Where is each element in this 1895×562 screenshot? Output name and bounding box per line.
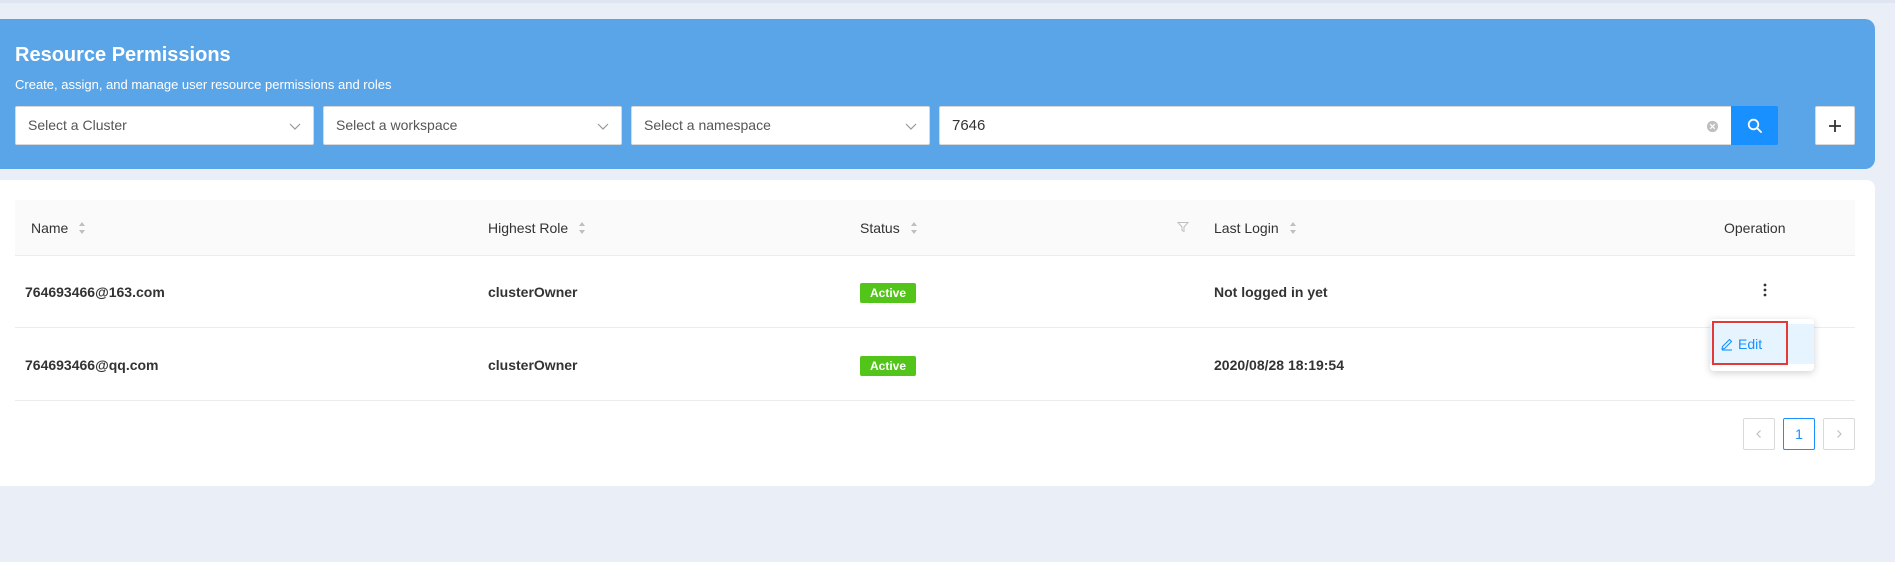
pagination-page-1[interactable]: 1 bbox=[1783, 418, 1815, 450]
row-last-login: Not logged in yet bbox=[1214, 284, 1328, 300]
column-header-role-label: Highest Role bbox=[488, 220, 569, 236]
more-actions-button[interactable] bbox=[1755, 278, 1775, 302]
edit-menu-item-label: Edit bbox=[1738, 336, 1763, 352]
table-row: 764693466@163.com clusterOwner Active No… bbox=[15, 256, 1855, 328]
row-role: clusterOwner bbox=[488, 284, 578, 300]
actions-dropdown: Edit bbox=[1710, 319, 1814, 371]
pagination-prev-button[interactable] bbox=[1743, 418, 1775, 450]
add-button[interactable] bbox=[1815, 106, 1855, 145]
edit-menu-item[interactable]: Edit bbox=[1710, 324, 1814, 364]
column-header-name[interactable]: Name bbox=[31, 200, 86, 256]
pagination-next-button[interactable] bbox=[1823, 418, 1855, 450]
status-badge: Active bbox=[860, 283, 917, 303]
column-header-status[interactable]: Status bbox=[860, 200, 918, 256]
chevron-right-icon bbox=[1837, 430, 1842, 438]
page-title: Resource Permissions bbox=[15, 44, 231, 66]
row-last-login: 2020/08/28 18:19:54 bbox=[1214, 357, 1344, 373]
permissions-table-card: Name Highest Role Status Last Login Oper… bbox=[0, 180, 1875, 486]
workspace-select[interactable]: Select a workspace bbox=[323, 106, 622, 145]
column-header-operation: Operation bbox=[1724, 220, 1786, 236]
cluster-select[interactable]: Select a Cluster bbox=[15, 106, 314, 145]
search-icon bbox=[1747, 118, 1762, 133]
filter-icon[interactable] bbox=[1177, 221, 1189, 233]
chevron-down-icon bbox=[597, 123, 609, 130]
row-name: 764693466@163.com bbox=[25, 284, 165, 300]
sort-icon[interactable] bbox=[78, 221, 86, 235]
row-role: clusterOwner bbox=[488, 357, 578, 373]
search-field[interactable] bbox=[939, 106, 1732, 145]
chevron-down-icon bbox=[289, 123, 301, 130]
chevron-left-icon bbox=[1756, 430, 1761, 438]
more-vertical-icon bbox=[1763, 283, 1767, 297]
cluster-select-placeholder: Select a Cluster bbox=[28, 117, 127, 133]
workspace-select-placeholder: Select a workspace bbox=[336, 117, 458, 133]
edit-icon bbox=[1721, 338, 1733, 351]
plus-icon bbox=[1829, 119, 1841, 132]
search-input[interactable] bbox=[940, 107, 1640, 144]
column-header-last-login-label: Last Login bbox=[1214, 220, 1279, 236]
table-row: 764693466@qq.com clusterOwner Active 202… bbox=[15, 329, 1855, 401]
sort-icon[interactable] bbox=[578, 221, 586, 235]
column-header-status-label: Status bbox=[860, 220, 900, 236]
search-button[interactable] bbox=[1731, 106, 1778, 145]
top-strip bbox=[0, 0, 1895, 3]
column-header-role[interactable]: Highest Role bbox=[488, 200, 586, 256]
page-subtitle: Create, assign, and manage user resource… bbox=[15, 77, 392, 92]
column-header-name-label: Name bbox=[31, 220, 69, 236]
row-name: 764693466@qq.com bbox=[25, 357, 159, 373]
sort-icon[interactable] bbox=[910, 221, 918, 235]
column-header-last-login[interactable]: Last Login bbox=[1214, 200, 1297, 256]
status-badge: Active bbox=[860, 356, 917, 376]
page-header: Resource Permissions Create, assign, and… bbox=[0, 19, 1875, 169]
close-circle-icon[interactable] bbox=[1706, 120, 1719, 133]
chevron-down-icon bbox=[905, 123, 917, 130]
namespace-select-placeholder: Select a namespace bbox=[644, 117, 771, 133]
namespace-select[interactable]: Select a namespace bbox=[631, 106, 930, 145]
sort-icon[interactable] bbox=[1289, 221, 1297, 235]
table-header: Name Highest Role Status Last Login Oper… bbox=[15, 200, 1855, 256]
